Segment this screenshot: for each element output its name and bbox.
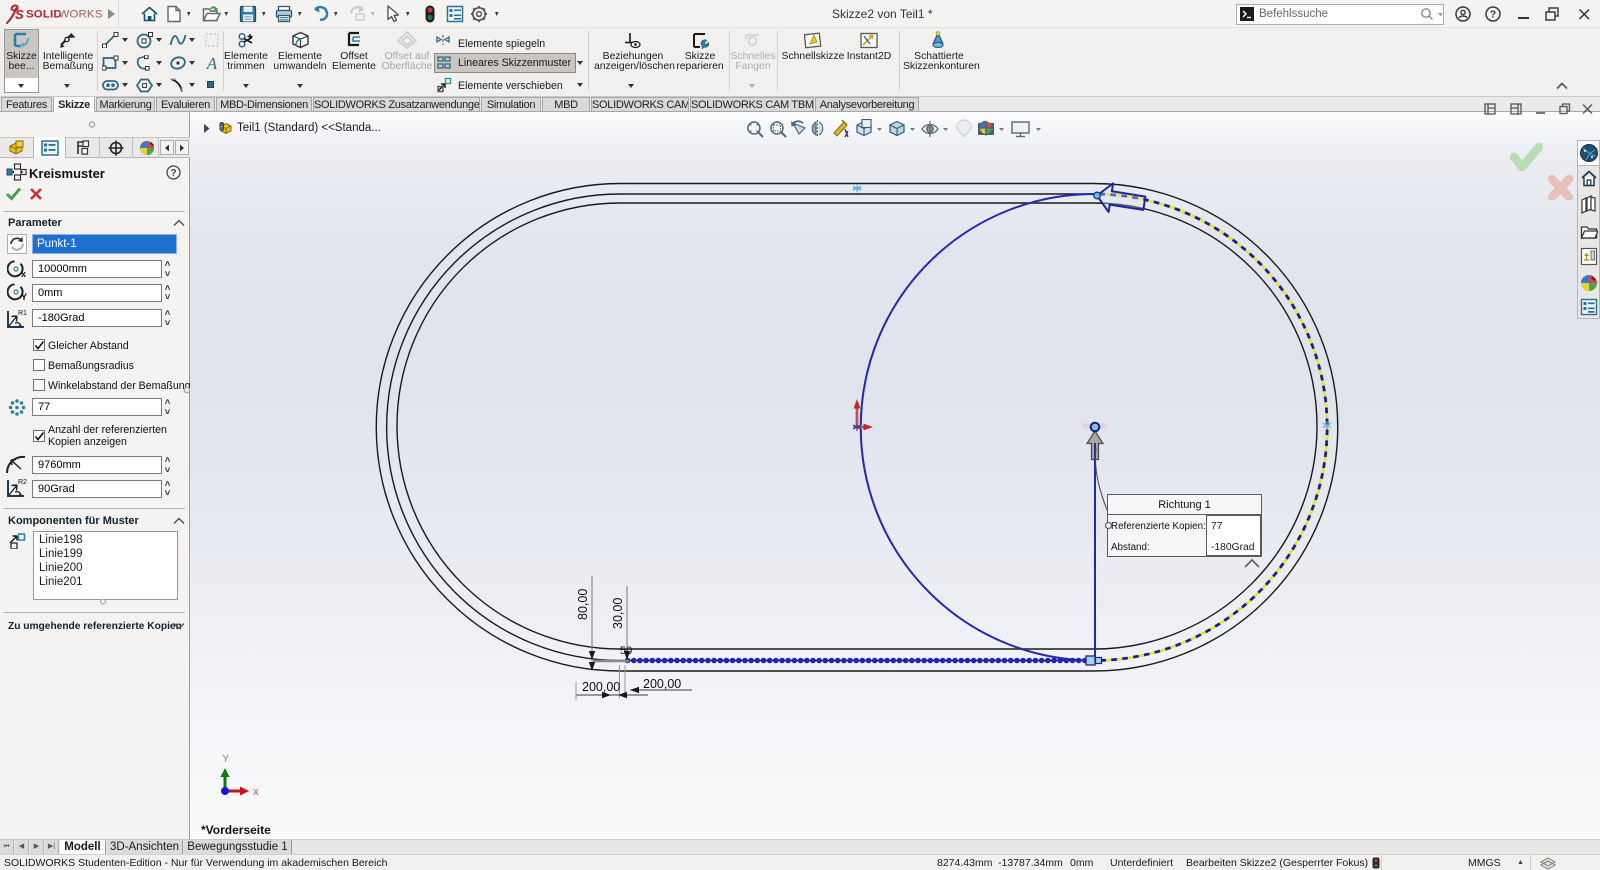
svg-text:x: x [253, 786, 259, 798]
svg-text:Y: Y [222, 753, 230, 765]
svg-text:200,00: 200,00 [643, 677, 681, 691]
svg-text:SOLID: SOLID [26, 9, 62, 21]
svg-text:WORKS: WORKS [59, 9, 103, 21]
svg-text:A: A [206, 54, 218, 72]
svg-text:R2: R2 [18, 479, 27, 486]
svg-text:?: ? [170, 168, 176, 179]
svg-text:30,00: 30,00 [611, 598, 625, 629]
svg-text:x: x [21, 269, 26, 278]
svg-text:50: 50 [620, 645, 632, 657]
svg-text:S: S [15, 7, 24, 22]
svg-text:?: ? [1490, 9, 1496, 21]
svg-text:200,00: 200,00 [582, 680, 620, 694]
svg-text:Y: Y [21, 292, 27, 301]
svg-text:R1: R1 [18, 310, 27, 317]
svg-text:80,00: 80,00 [576, 589, 590, 620]
